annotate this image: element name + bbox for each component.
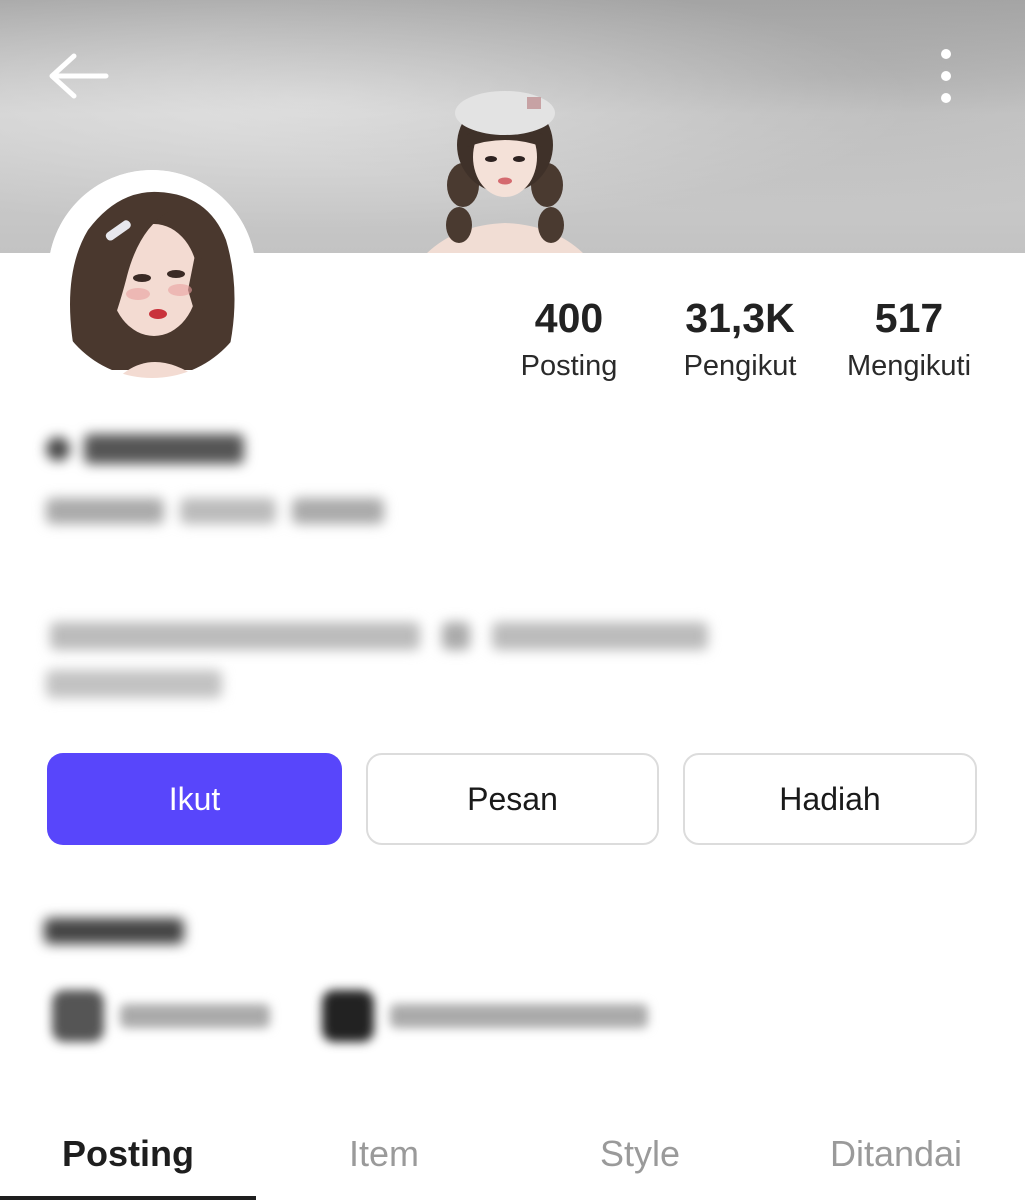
followers-count: 31,3K	[685, 295, 795, 341]
club-icon	[52, 990, 104, 1042]
back-button[interactable]	[44, 48, 114, 104]
tab-style[interactable]: Style	[512, 1128, 768, 1200]
cover-character-image	[427, 91, 583, 253]
posts-count: 400	[534, 295, 604, 341]
followers-label: Pengikut	[683, 350, 797, 382]
following-label: Mengikuti	[846, 350, 972, 382]
more-vertical-icon	[941, 49, 951, 103]
follow-button[interactable]: Ikut	[47, 753, 342, 845]
club-name	[390, 1004, 648, 1028]
followers-stat[interactable]: 31,3K Pengikut	[655, 292, 825, 386]
profile-avatar[interactable]	[48, 170, 256, 378]
arrow-left-icon	[49, 53, 109, 99]
tab-item[interactable]: Item	[256, 1128, 512, 1200]
bio-line-1	[50, 622, 730, 656]
display-name	[46, 432, 262, 466]
tab-posting[interactable]: Posting	[0, 1128, 256, 1200]
tab-ditandai[interactable]: Ditandai	[768, 1128, 1024, 1200]
club-chip[interactable]	[52, 985, 270, 1047]
bio-line-2[interactable]	[46, 670, 228, 702]
following-count: 517	[874, 295, 944, 341]
avatar-image	[48, 170, 256, 378]
clubs-section-title	[44, 918, 190, 948]
gift-button[interactable]: Hadiah	[683, 753, 977, 845]
club-name	[120, 1004, 270, 1028]
active-tab-indicator	[0, 1196, 256, 1200]
club-chip[interactable]	[322, 985, 648, 1047]
username-handle	[46, 498, 402, 528]
posts-stat[interactable]: 400 Posting	[484, 292, 654, 386]
club-icon	[322, 990, 374, 1042]
posts-label: Posting	[520, 350, 618, 382]
more-options-button[interactable]	[926, 44, 966, 110]
message-button[interactable]: Pesan	[366, 753, 659, 845]
following-stat[interactable]: 517 Mengikuti	[824, 292, 994, 386]
